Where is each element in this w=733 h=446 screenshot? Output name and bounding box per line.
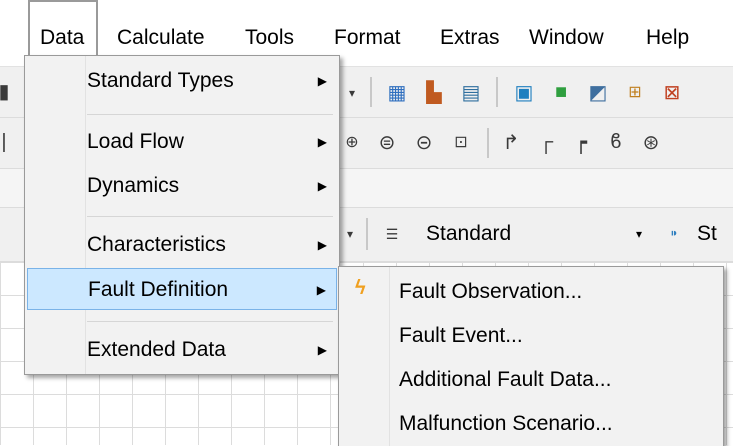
menu-help[interactable]: Help bbox=[646, 0, 689, 66]
fault-submenu: ϟ Fault Observation... Fault Event... Ad… bbox=[338, 266, 724, 446]
menu-separator bbox=[87, 216, 333, 217]
menu-item-dynamics[interactable]: Dynamics ▶ bbox=[27, 165, 337, 207]
menu-separator bbox=[87, 114, 333, 115]
arrow-icon[interactable]: ↱ bbox=[497, 128, 525, 156]
ric-icon[interactable]: ⊕ bbox=[338, 128, 366, 156]
toolbar-icon-partial[interactable]: ▮ bbox=[0, 77, 10, 105]
menu-item-load-flow[interactable]: Load Flow ▶ bbox=[27, 121, 337, 163]
style-dropdown[interactable]: Standard ▾ bbox=[412, 218, 652, 250]
submenu-item-fault-observation[interactable]: Fault Observation... bbox=[399, 271, 719, 313]
menu-item-characteristics[interactable]: Characteristics ▶ bbox=[27, 224, 337, 266]
line-style-icon: ☰ bbox=[385, 225, 399, 242]
green-book-icon[interactable]: ■ bbox=[547, 78, 575, 106]
menu-extras[interactable]: Extras bbox=[440, 0, 500, 66]
chevron-right-icon: ▶ bbox=[317, 74, 327, 88]
chevron-right-icon: ▶ bbox=[317, 238, 327, 252]
chevron-down-icon[interactable]: ▾ bbox=[338, 79, 366, 107]
truncated-label: St bbox=[697, 222, 717, 245]
menu-window[interactable]: Window bbox=[529, 0, 604, 66]
toolbar-icon-partial[interactable]: | bbox=[0, 128, 8, 156]
form-icon[interactable]: ▤ bbox=[457, 78, 485, 106]
tree-icon[interactable]: ⊞ bbox=[621, 78, 649, 106]
chevron-right-icon: ▶ bbox=[317, 135, 327, 149]
menu-item-fault-definition[interactable]: Fault Definition ▶ bbox=[27, 268, 337, 310]
properties-icon[interactable]: ◩ bbox=[584, 78, 612, 106]
step-icon[interactable]: ┌ bbox=[532, 128, 560, 156]
node-icon[interactable]: ⁍ bbox=[660, 220, 688, 248]
chevron-down-icon[interactable]: ▾ bbox=[336, 220, 364, 248]
three-winding-icon[interactable]: ⊛ bbox=[637, 128, 665, 156]
transformer-icon[interactable]: ϐ bbox=[602, 128, 630, 156]
style-dropdown-value: Standard bbox=[426, 222, 512, 245]
menu-item-extended-data[interactable]: Extended Data ▶ bbox=[27, 329, 337, 371]
menu-item-standard-types[interactable]: Standard Types ▶ bbox=[27, 60, 337, 102]
chevron-down-icon: ▾ bbox=[635, 227, 642, 241]
delete-icon[interactable]: ⊠ bbox=[658, 78, 686, 106]
menu-format[interactable]: Format bbox=[334, 0, 401, 66]
submenu-item-malfunction-scenario[interactable]: Malfunction Scenario... bbox=[399, 403, 719, 445]
ramp-icon[interactable]: ┍ bbox=[567, 128, 595, 156]
window-icon[interactable]: ▣ bbox=[510, 78, 538, 106]
toolbar-separator bbox=[487, 128, 489, 158]
dc-source-icon[interactable]: ⊡ bbox=[447, 128, 475, 156]
chevron-right-icon: ▶ bbox=[317, 343, 327, 357]
submenu-item-additional-fault-data[interactable]: Additional Fault Data... bbox=[399, 359, 719, 401]
toolbar-separator bbox=[496, 77, 498, 107]
ac-source-icon[interactable]: ⊜ bbox=[373, 128, 401, 156]
motor-icon[interactable]: ⊝ bbox=[410, 128, 438, 156]
table-icon[interactable]: ▦ bbox=[383, 78, 411, 106]
chevron-right-icon: ▶ bbox=[317, 179, 327, 193]
bar-chart-icon[interactable]: ▙ bbox=[420, 78, 448, 106]
data-menu: Standard Types ▶ Load Flow ▶ Dynamics ▶ Cha… bbox=[24, 55, 340, 375]
submenu-item-fault-event[interactable]: Fault Event... bbox=[399, 315, 719, 357]
chevron-right-icon: ▶ bbox=[316, 283, 326, 297]
menu-separator bbox=[87, 321, 333, 322]
toolbar-separator bbox=[366, 218, 368, 250]
lightning-icon: ϟ bbox=[355, 277, 366, 299]
toolbar-separator bbox=[370, 77, 372, 107]
menu-gutter bbox=[25, 56, 86, 374]
